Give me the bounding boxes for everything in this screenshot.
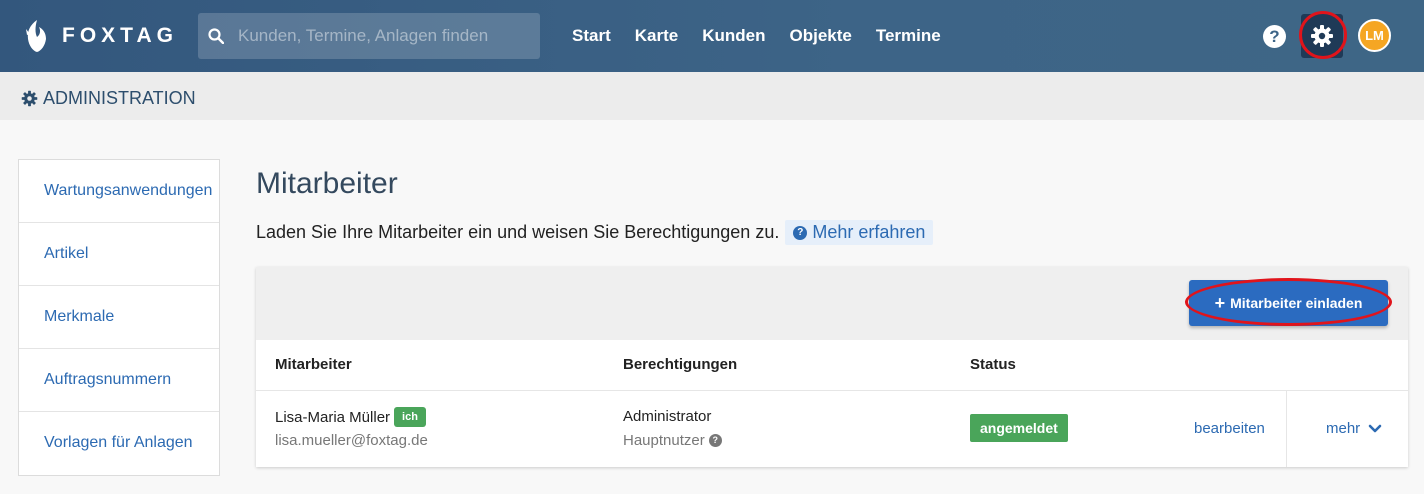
role-sub-label: Hauptnutzer xyxy=(623,432,705,449)
invite-employee-button[interactable]: + Mitarbeiter einladen xyxy=(1189,280,1388,326)
search-bar[interactable] xyxy=(198,13,540,59)
nav-objekte[interactable]: Objekte xyxy=(789,24,851,48)
nav-karte[interactable]: Karte xyxy=(635,24,678,48)
row-divider xyxy=(256,390,1408,391)
gear-icon xyxy=(1311,25,1333,47)
sidebar-item-auftragsnummern[interactable]: Auftragsnummern xyxy=(19,349,219,412)
column-header-employee: Mitarbeiter xyxy=(275,356,352,373)
question-circle-icon[interactable]: ? xyxy=(708,434,722,447)
column-header-status: Status xyxy=(970,356,1016,373)
intro-text-row: Laden Sie Ihre Mitarbeiter ein und weise… xyxy=(256,220,934,245)
settings-button[interactable] xyxy=(1301,14,1343,58)
sidebar-item-wartungsanwendungen[interactable]: Wartungsanwendungen xyxy=(19,160,219,223)
help-icon[interactable]: ? xyxy=(1263,25,1286,48)
nav-start[interactable]: Start xyxy=(572,24,611,48)
employee-name-line: Lisa-Maria Müller ich xyxy=(275,407,426,427)
more-dropdown[interactable]: mehr xyxy=(1326,420,1382,437)
logo[interactable]: FOXTAG xyxy=(24,18,178,54)
chevron-down-icon xyxy=(1368,424,1382,432)
nav-termine[interactable]: Termine xyxy=(876,24,941,48)
page-title: Mitarbeiter xyxy=(256,167,398,200)
admin-header-bar: ADMINISTRATION xyxy=(0,72,1424,120)
brand-name: FOXTAG xyxy=(62,24,178,47)
intro-text: Laden Sie Ihre Mitarbeiter ein und weise… xyxy=(256,222,780,242)
invite-button-label: Mitarbeiter einladen xyxy=(1230,295,1363,311)
sidebar-item-merkmale[interactable]: Merkmale xyxy=(19,286,219,349)
sidebar-item-artikel[interactable]: Artikel xyxy=(19,223,219,286)
employee-name: Lisa-Maria Müller xyxy=(275,408,391,426)
nav-kunden[interactable]: Kunden xyxy=(702,24,765,48)
me-badge: ich xyxy=(394,407,426,427)
main-nav: Start Karte Kunden Objekte Termine xyxy=(572,24,965,48)
avatar[interactable]: LM xyxy=(1358,19,1391,52)
search-input[interactable] xyxy=(238,26,528,46)
employee-email: lisa.mueller@foxtag.de xyxy=(275,432,428,449)
admin-title: ADMINISTRATION xyxy=(21,88,196,109)
employees-card: + Mitarbeiter einladen Mitarbeiter Berec… xyxy=(256,267,1408,467)
employee-role-sub: Hauptnutzer ? xyxy=(623,432,722,449)
employee-role: Administrator xyxy=(623,408,712,425)
admin-sidebar: Wartungsanwendungen Artikel Merkmale Auf… xyxy=(18,159,220,476)
more-label: mehr xyxy=(1326,420,1361,437)
admin-title-label: ADMINISTRATION xyxy=(43,88,196,108)
top-navbar: FOXTAG Start Karte Kunden Objekte Termin… xyxy=(0,0,1424,72)
question-circle-icon: ? xyxy=(793,225,808,240)
card-header: + Mitarbeiter einladen xyxy=(256,267,1408,340)
search-icon xyxy=(208,28,224,44)
sidebar-item-vorlagen[interactable]: Vorlagen für Anlagen xyxy=(19,412,219,475)
learn-more-label: Mehr erfahren xyxy=(812,222,926,242)
edit-link[interactable]: bearbeiten xyxy=(1194,420,1265,437)
gear-icon xyxy=(21,90,38,107)
column-header-permissions: Berechtigungen xyxy=(623,356,738,373)
status-badge: angemeldet xyxy=(970,414,1068,442)
column-divider xyxy=(1286,391,1287,467)
plus-icon: + xyxy=(1214,293,1226,313)
fox-logo-icon xyxy=(26,20,46,52)
learn-more-link[interactable]: ? Mehr erfahren xyxy=(785,220,934,245)
